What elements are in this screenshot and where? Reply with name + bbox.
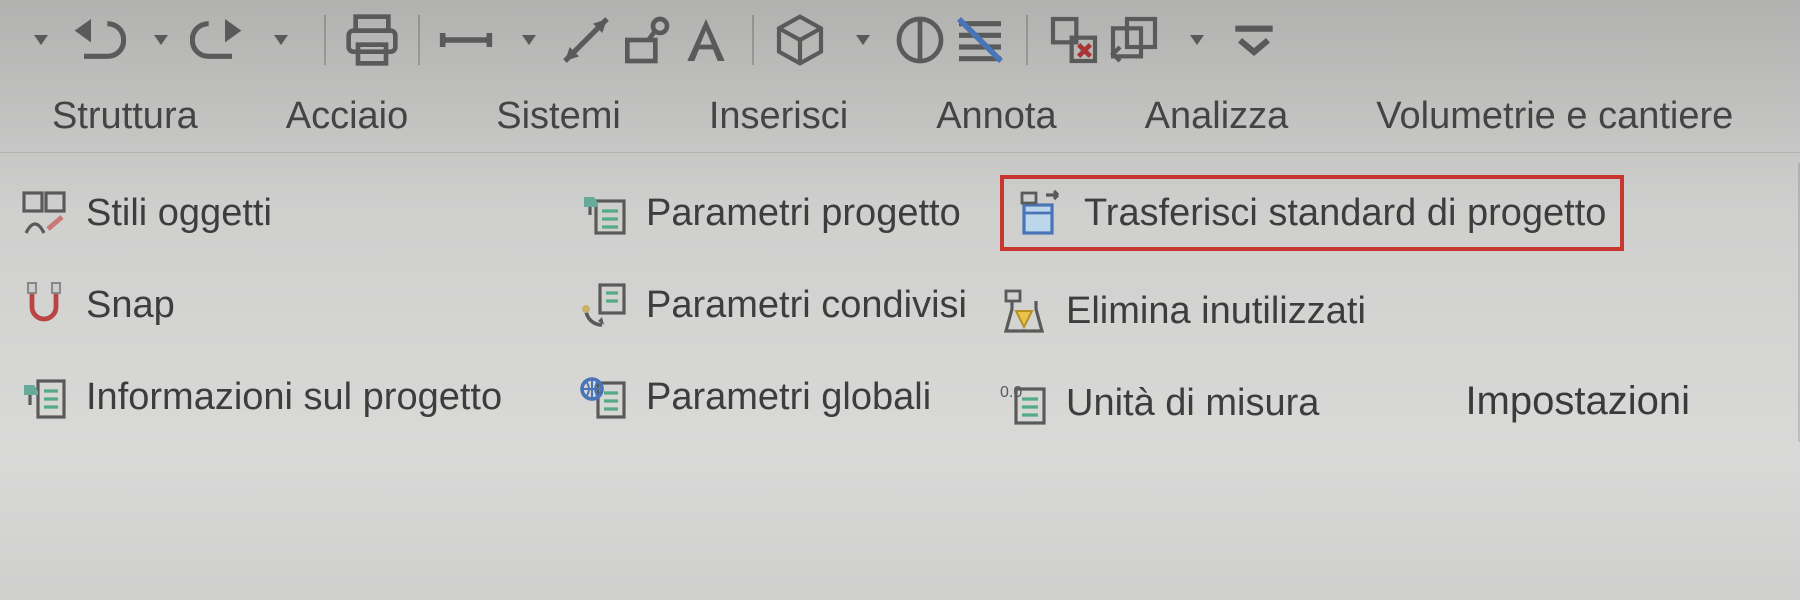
tab-annota[interactable]: Annota: [936, 80, 1056, 152]
command-label: Stili oggetti: [86, 192, 272, 235]
tab-sistemi[interactable]: Sistemi: [496, 80, 621, 152]
qat-customize-dropdown[interactable]: [10, 12, 66, 68]
section-button[interactable]: [892, 12, 948, 68]
transfer-project-standards-button[interactable]: Trasferisci standard di progetto: [1000, 175, 1624, 251]
tab-volumetrie[interactable]: Volumetrie e cantiere: [1376, 80, 1733, 152]
project-information-icon: [20, 373, 68, 421]
text-icon: [678, 12, 734, 68]
project-units-icon: 0.0: [1000, 379, 1048, 427]
print-icon: [344, 12, 400, 68]
undo-button[interactable]: [70, 12, 126, 68]
global-parameters-icon: [580, 373, 628, 421]
qat-separator-2: [418, 15, 420, 65]
ribbon-tabs: Struttura Acciaio Sistemi Inserisci Anno…: [0, 80, 1800, 152]
close-inactive-icon: [1046, 12, 1102, 68]
thin-lines-button[interactable]: [952, 12, 1008, 68]
qat-separator: [324, 15, 326, 65]
measure-button[interactable]: [438, 12, 494, 68]
snap-icon: [20, 281, 68, 329]
command-label: Elimina inutilizzati: [1066, 290, 1366, 333]
qat-separator-4: [1026, 15, 1028, 65]
shared-parameters-icon: [580, 281, 628, 329]
project-parameters-icon: [580, 189, 628, 237]
3d-view-button[interactable]: [772, 12, 828, 68]
global-parameters-button[interactable]: Parametri globali: [580, 365, 980, 429]
redo-icon: [190, 12, 246, 68]
tag-icon: [618, 12, 674, 68]
tag-button[interactable]: [618, 12, 674, 68]
qat-overflow-dropdown[interactable]: [1226, 12, 1282, 68]
measure-dropdown[interactable]: [498, 12, 554, 68]
project-information-button[interactable]: Informazioni sul progetto: [20, 365, 560, 429]
measure-icon: [438, 12, 494, 68]
tab-acciaio[interactable]: Acciaio: [286, 80, 409, 152]
command-label: Unità di misura: [1066, 382, 1319, 425]
switch-windows-dropdown[interactable]: [1166, 12, 1222, 68]
command-label: Parametri globali: [646, 376, 931, 419]
tab-analizza[interactable]: Analizza: [1145, 80, 1289, 152]
command-label: Trasferisci standard di progetto: [1084, 192, 1606, 235]
overflow-icon: [1226, 24, 1282, 57]
purge-unused-button[interactable]: Elimina inutilizzati: [1000, 279, 1624, 343]
command-label: Informazioni sul progetto: [86, 376, 502, 419]
3d-view-dropdown[interactable]: [832, 12, 888, 68]
command-label: Parametri progetto: [646, 192, 961, 235]
tab-struttura[interactable]: Struttura: [52, 80, 198, 152]
qat-separator-3: [752, 15, 754, 65]
section-icon: [892, 12, 948, 68]
undo-dropdown[interactable]: [130, 12, 186, 68]
panel-title: Impostazioni: [1465, 379, 1690, 424]
object-styles-button[interactable]: Stili oggetti: [20, 181, 560, 245]
command-label: Snap: [86, 284, 175, 327]
aligned-dimension-icon: [558, 12, 614, 68]
switch-windows-button[interactable]: [1106, 12, 1162, 68]
thin-lines-icon: [952, 12, 1008, 68]
aligned-dimension-button[interactable]: [558, 12, 614, 68]
close-inactive-button[interactable]: [1046, 12, 1102, 68]
3d-view-icon: [772, 12, 828, 68]
text-button[interactable]: [678, 12, 734, 68]
print-button[interactable]: [344, 12, 400, 68]
redo-button[interactable]: [190, 12, 246, 68]
shared-parameters-button[interactable]: Parametri condivisi: [580, 273, 980, 337]
snaps-button[interactable]: Snap: [20, 273, 560, 337]
ribbon-panel-impostazioni: Stili oggetti Snap Informazioni sul prog…: [0, 152, 1800, 452]
purge-unused-icon: [1000, 287, 1048, 335]
undo-icon: [70, 12, 126, 68]
object-styles-icon: [20, 189, 68, 237]
project-parameters-button[interactable]: Parametri progetto: [580, 181, 980, 245]
switch-windows-icon: [1106, 12, 1162, 68]
svg-text:0.0: 0.0: [1000, 384, 1022, 401]
tab-inserisci[interactable]: Inserisci: [709, 80, 848, 152]
command-label: Parametri condivisi: [646, 284, 967, 327]
transfer-project-standards-icon: [1018, 189, 1066, 237]
redo-dropdown[interactable]: [250, 12, 306, 68]
quick-access-toolbar: [0, 0, 1800, 80]
